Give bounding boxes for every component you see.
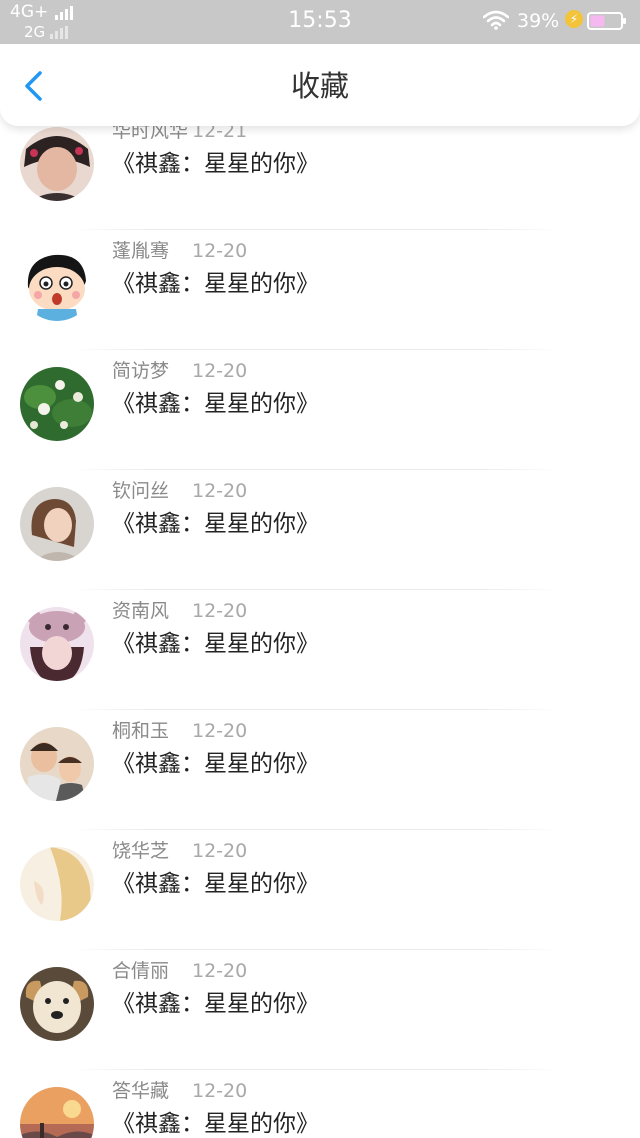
item-title: 《祺鑫：星星的你》	[112, 871, 319, 897]
item-date: 12-20	[192, 600, 248, 622]
screen: 4G+ 2G 15:53 39% ⚡ 收藏 华时风华 12-21 《祺鑫：星星的…	[0, 0, 640, 1138]
item-date: 12-20	[192, 840, 248, 862]
avatar	[20, 607, 94, 681]
charging-icon: ⚡	[565, 10, 583, 28]
item-date: 12-20	[192, 240, 248, 262]
battery-icon	[587, 12, 626, 30]
avatar	[20, 1087, 94, 1138]
battery-percent: 39%	[517, 10, 560, 32]
item-date: 12-20	[192, 480, 248, 502]
item-author: 钦问丝	[112, 480, 170, 502]
item-title: 《祺鑫：星星的你》	[112, 751, 319, 777]
item-title: 《祺鑫：星星的你》	[112, 1111, 319, 1137]
list-item[interactable]: 饶华芝 12-20 《祺鑫：星星的你》	[0, 830, 640, 950]
item-title: 《祺鑫：星星的你》	[112, 511, 319, 537]
item-author: 答华藏	[112, 1080, 170, 1102]
avatar	[20, 967, 94, 1041]
item-title: 《祺鑫：星星的你》	[112, 991, 319, 1017]
item-author: 资南风	[112, 600, 170, 622]
status-bar: 4G+ 2G 15:53 39% ⚡	[0, 0, 640, 44]
favorites-list: 华时风华 12-21 《祺鑫：星星的你》 蓬胤骞 12-20 《祺鑫：星星的你》	[0, 110, 640, 1138]
item-date: 12-20	[192, 1080, 248, 1102]
list-item[interactable]: 华时风华 12-21 《祺鑫：星星的你》	[0, 110, 640, 230]
list-item[interactable]: 蓬胤骞 12-20 《祺鑫：星星的你》	[0, 230, 640, 350]
item-date: 12-20	[192, 360, 248, 382]
avatar	[20, 247, 94, 321]
item-title: 《祺鑫：星星的你》	[112, 391, 319, 417]
item-author: 饶华芝	[112, 840, 170, 862]
item-author: 简访梦	[112, 360, 170, 382]
list-item[interactable]: 桐和玉 12-20 《祺鑫：星星的你》	[0, 710, 640, 830]
list-item[interactable]: 钦问丝 12-20 《祺鑫：星星的你》	[0, 470, 640, 590]
header: 收藏	[0, 44, 640, 126]
avatar	[20, 727, 94, 801]
list-item[interactable]: 资南风 12-20 《祺鑫：星星的你》	[0, 590, 640, 710]
item-date: 12-20	[192, 720, 248, 742]
item-date: 12-20	[192, 960, 248, 982]
page-title: 收藏	[290, 69, 349, 103]
item-author: 合倩丽	[112, 960, 170, 982]
item-title: 《祺鑫：星星的你》	[112, 631, 319, 657]
avatar	[20, 487, 94, 561]
wifi-icon	[483, 10, 509, 30]
item-author: 蓬胤骞	[112, 240, 170, 262]
item-title: 《祺鑫：星星的你》	[112, 271, 319, 297]
list-item[interactable]: 合倩丽 12-20 《祺鑫：星星的你》	[0, 950, 640, 1070]
avatar	[20, 847, 94, 921]
avatar	[20, 367, 94, 441]
item-title: 《祺鑫：星星的你》	[112, 151, 319, 177]
avatar	[20, 127, 94, 201]
list-item[interactable]: 答华藏 12-20 《祺鑫：星星的你》	[0, 1070, 640, 1138]
item-author: 桐和玉	[112, 720, 170, 742]
list-item[interactable]: 简访梦 12-20 《祺鑫：星星的你》	[0, 350, 640, 470]
